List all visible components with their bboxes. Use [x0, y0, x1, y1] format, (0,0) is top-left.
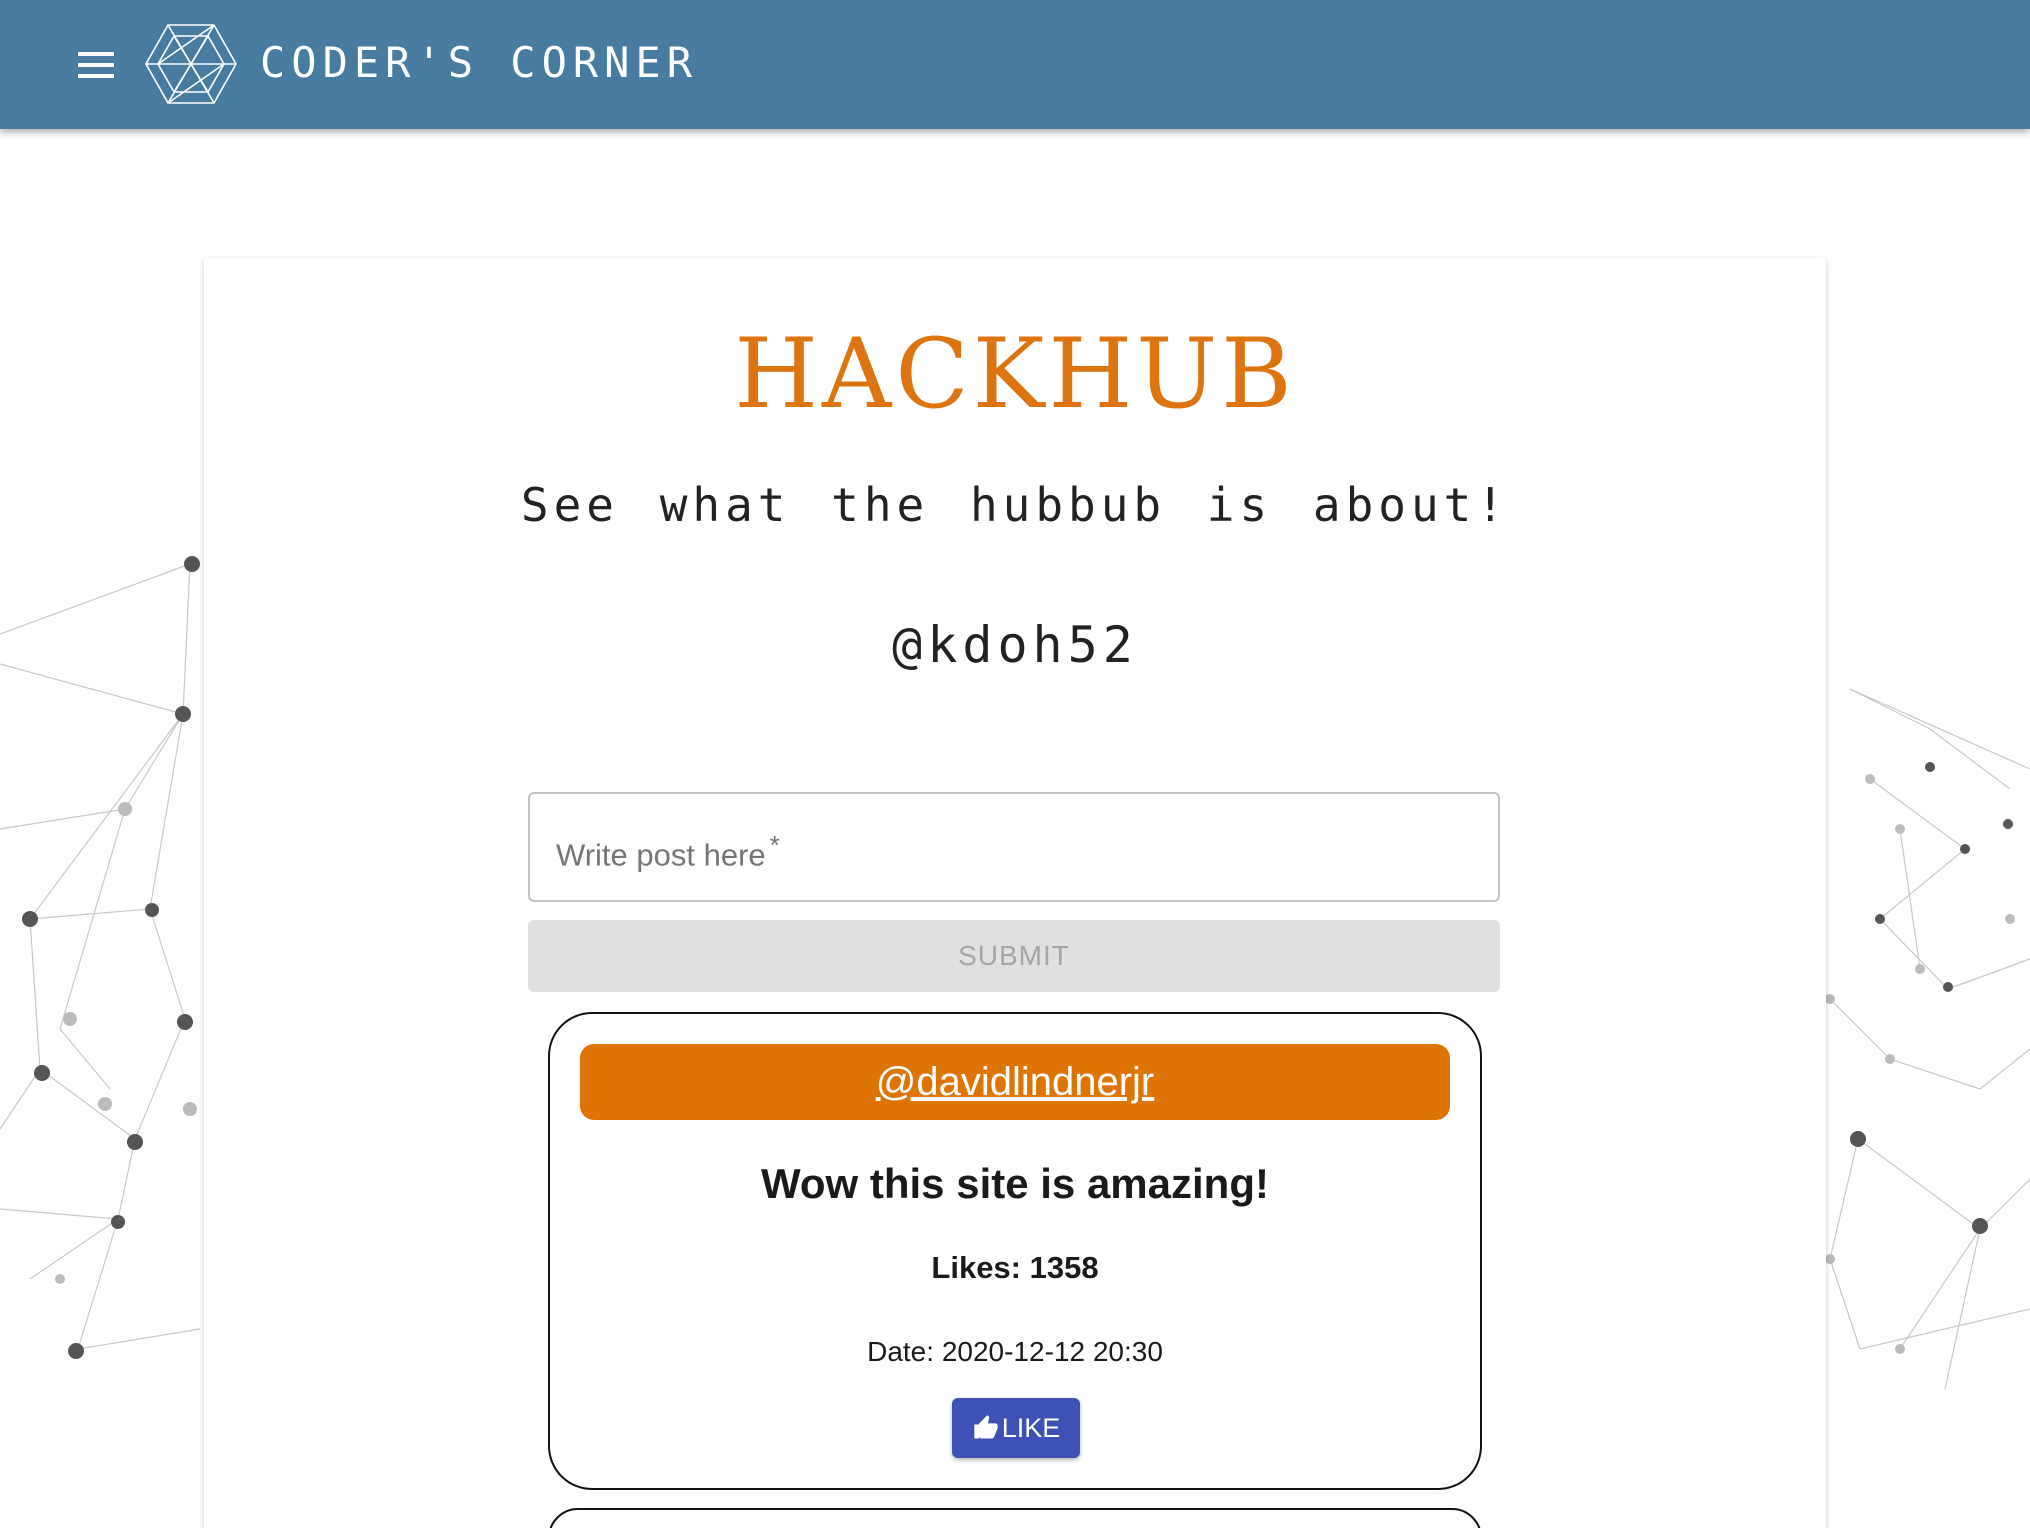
like-button[interactable]: LIKE	[952, 1398, 1080, 1458]
top-app-bar: CODER'S CORNER	[0, 0, 2030, 129]
post-likes-count: Likes: 1358	[931, 1250, 1099, 1285]
post-author-link[interactable]: @davidlindnerjr	[580, 1044, 1450, 1120]
page-title: HACKHUB	[734, 318, 1296, 430]
post-card: @davidlindnerjr Wow this site is amazing…	[548, 1012, 1482, 1490]
post-date: Date: 2020-12-12 20:30	[867, 1336, 1163, 1367]
hamburger-menu-icon[interactable]	[70, 44, 122, 86]
post-text-input[interactable]: Write post here *	[528, 792, 1500, 902]
user-handle: @kdoh52	[892, 616, 1138, 674]
page: CODER'S CORNER HACKHUB See what the hubb…	[0, 0, 2030, 1528]
submit-button[interactable]: SUBMIT	[528, 920, 1500, 992]
thumbs-up-icon	[974, 1415, 998, 1439]
page-subtitle: See what the hubbub is about!	[520, 478, 1510, 532]
brand-title[interactable]: CODER'S CORNER	[260, 38, 698, 87]
post-body: Wow this site is amazing!	[761, 1160, 1269, 1207]
next-post-card	[548, 1508, 1482, 1528]
post-input-placeholder: Write post here *	[556, 830, 780, 873]
like-button-label: LIKE	[1001, 1412, 1061, 1443]
hexagon-network-logo-icon[interactable]	[144, 22, 238, 106]
